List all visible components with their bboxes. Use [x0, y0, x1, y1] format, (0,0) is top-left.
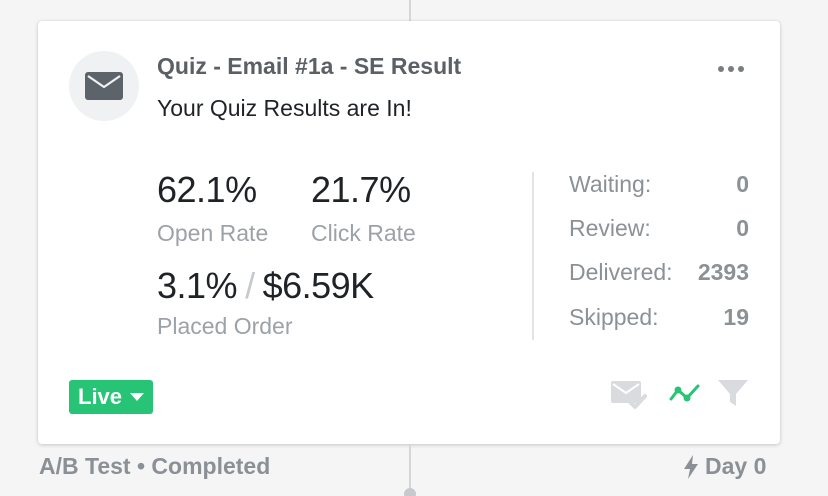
chevron-down-icon	[130, 393, 145, 401]
count-row-review: Review: 0	[569, 215, 749, 245]
filter-icon[interactable]	[716, 377, 750, 411]
placed-order-revenue: $6.59K	[262, 265, 375, 306]
more-horizontal-icon	[718, 66, 724, 72]
email-subject: Your Quiz Results are In!	[157, 95, 412, 121]
count-label: Waiting:	[569, 171, 652, 197]
click-rate-label: Click Rate	[311, 220, 416, 246]
email-avatar	[69, 51, 139, 121]
count-value: 19	[723, 304, 749, 330]
status-label: Live	[78, 384, 123, 409]
count-value: 0	[736, 171, 749, 197]
count-row-delivered: Delivered: 2393	[569, 259, 749, 289]
stats-divider	[532, 172, 534, 340]
count-label: Delivered:	[569, 259, 673, 285]
open-rate-value: 62.1%	[157, 169, 257, 210]
more-options-button[interactable]	[711, 55, 751, 83]
email-title[interactable]: Quiz - Email #1a - SE Result	[157, 53, 461, 80]
count-label: Review:	[569, 215, 651, 241]
flow-connector-node[interactable]	[404, 488, 416, 496]
count-label: Skipped:	[569, 304, 659, 330]
count-row-skipped: Skipped: 19	[569, 304, 749, 334]
open-rate-label: Open Rate	[157, 220, 269, 246]
count-value: 0	[736, 215, 749, 241]
value-separator: /	[245, 265, 255, 306]
trend-icon[interactable]	[668, 377, 702, 411]
click-rate-value: 21.7%	[311, 169, 411, 210]
ab-test-status: A/B Test • Completed	[39, 453, 271, 479]
flow-canvas: Quiz - Email #1a - SE Result Your Quiz R…	[0, 0, 828, 496]
delay-day-label[interactable]: Day 0	[683, 453, 766, 480]
lightning-icon	[684, 454, 698, 479]
day-label: Day 0	[705, 453, 767, 479]
email-step-card[interactable]: Quiz - Email #1a - SE Result Your Quiz R…	[38, 21, 780, 444]
flow-connector-top	[409, 0, 411, 22]
placed-order-value: 3.1% / $6.59K	[157, 265, 374, 307]
placed-order-rate: 3.1%	[157, 265, 238, 306]
placed-order-label: Placed Order	[157, 313, 293, 339]
envelope-icon	[85, 72, 123, 100]
count-row-waiting: Waiting: 0	[569, 171, 749, 201]
count-value: 2393	[697, 259, 749, 285]
email-check-icon[interactable]	[610, 377, 648, 411]
status-dropdown[interactable]: Live	[69, 380, 154, 414]
